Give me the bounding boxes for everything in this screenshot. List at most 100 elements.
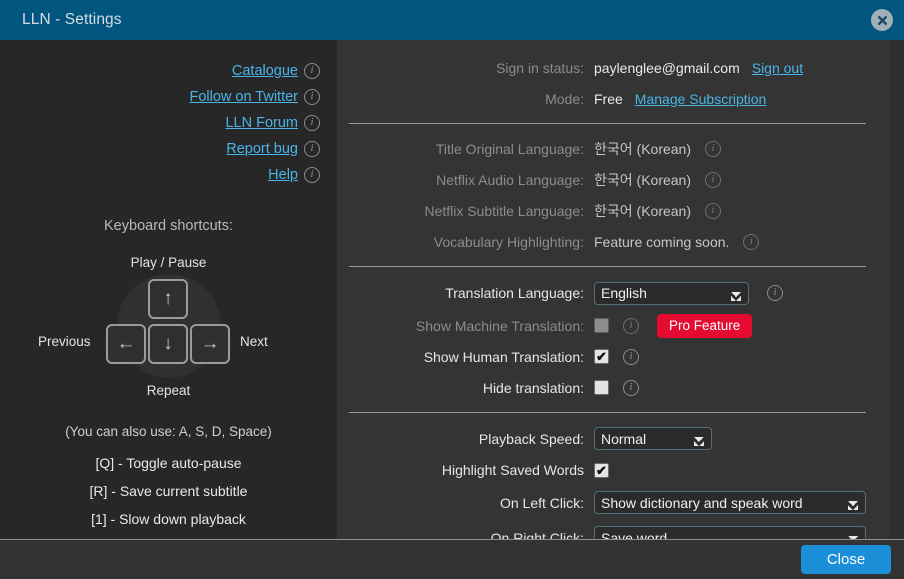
- info-icon[interactable]: i: [705, 141, 721, 157]
- account-email: paylenglee@gmail.com: [594, 60, 740, 76]
- list-item: [1] - Slow down playback: [0, 511, 337, 527]
- show-machine-translation-checkbox: [594, 318, 609, 333]
- shortcut-list: [Q] - Toggle auto-pause [R] - Save curre…: [0, 455, 337, 539]
- close-button[interactable]: Close: [801, 545, 891, 574]
- sidebar-item-report-bug[interactable]: Report bug i: [0, 136, 337, 162]
- language-section: Title Original Language: 한국어 (Korean) i …: [337, 133, 890, 257]
- info-icon[interactable]: i: [304, 89, 320, 105]
- arrow-up-icon: ↑: [163, 288, 173, 310]
- also-use-note: (You can also use: A, S, D, Space): [0, 424, 337, 439]
- show-human-translation-checkbox[interactable]: ✔: [594, 349, 609, 364]
- dialog-footer: Close: [0, 539, 904, 579]
- info-icon[interactable]: i: [623, 349, 639, 365]
- sign-in-status-row: Sign in status: paylenglee@gmail.com Sig…: [337, 52, 890, 83]
- checkmark-icon: ✔: [596, 350, 607, 363]
- sidebar-item-catalogue[interactable]: Catalogue i: [0, 58, 337, 84]
- translation-language-label: Translation Language:: [337, 285, 594, 301]
- info-icon[interactable]: i: [623, 318, 639, 334]
- show-machine-translation-row: Show Machine Translation: i Pro Feature: [337, 310, 890, 341]
- lln-forum-link[interactable]: LLN Forum: [225, 115, 298, 131]
- arrow-keys-diagram: ↑ ← ↓ → Previous Next: [0, 274, 337, 378]
- title-original-language-value: 한국어 (Korean): [594, 139, 691, 159]
- keyboard-shortcuts-heading: Keyboard shortcuts:: [0, 218, 337, 234]
- playback-speed-select[interactable]: Normal: [594, 427, 712, 450]
- account-section: Sign in status: paylenglee@gmail.com Sig…: [337, 40, 890, 114]
- info-icon[interactable]: i: [304, 141, 320, 157]
- divider: [349, 412, 866, 413]
- info-icon[interactable]: i: [743, 234, 759, 250]
- divider: [349, 266, 866, 267]
- report-bug-link[interactable]: Report bug: [226, 141, 298, 157]
- arrow-up-key[interactable]: ↑: [148, 279, 188, 319]
- on-right-click-label: On Right Click:: [337, 530, 594, 540]
- show-human-translation-label: Show Human Translation:: [337, 349, 594, 365]
- arrow-down-key[interactable]: ↓: [148, 324, 188, 364]
- title-original-language-row: Title Original Language: 한국어 (Korean) i: [337, 133, 890, 164]
- netflix-audio-language-row: Netflix Audio Language: 한국어 (Korean) i: [337, 164, 890, 195]
- show-human-translation-row: Show Human Translation: ✔ i: [337, 341, 890, 372]
- title-original-language-label: Title Original Language:: [337, 141, 594, 157]
- sign-in-status-label: Sign in status:: [337, 60, 594, 76]
- sidebar: Catalogue i Follow on Twitter i LLN Foru…: [0, 40, 337, 539]
- vocabulary-highlighting-value: Feature coming soon.: [594, 234, 729, 250]
- list-item: [R] - Save current subtitle: [0, 483, 337, 499]
- arrow-down-icon: ↓: [163, 333, 173, 355]
- mode-value: Free: [594, 91, 623, 107]
- vocabulary-highlighting-label: Vocabulary Highlighting:: [337, 234, 594, 250]
- playback-speed-row: Playback Speed: Normal: [337, 422, 890, 455]
- info-icon[interactable]: i: [304, 115, 320, 131]
- play-pause-label: Play / Pause: [0, 255, 337, 270]
- translation-language-row: Translation Language: English i: [337, 276, 890, 310]
- previous-label: Previous: [38, 334, 91, 349]
- info-icon[interactable]: i: [705, 203, 721, 219]
- close-icon[interactable]: [871, 9, 893, 31]
- on-right-click-row: On Right Click: Save word: [337, 520, 890, 539]
- netflix-subtitle-language-value: 한국어 (Korean): [594, 201, 691, 221]
- sign-out-link[interactable]: Sign out: [752, 60, 803, 76]
- hide-translation-label: Hide translation:: [337, 380, 594, 396]
- translation-language-select[interactable]: English: [594, 282, 749, 305]
- next-label: Next: [240, 334, 268, 349]
- sidebar-item-help[interactable]: Help i: [0, 162, 337, 188]
- info-icon[interactable]: i: [304, 167, 320, 183]
- mode-row: Mode: Free Manage Subscription: [337, 83, 890, 114]
- vocabulary-highlighting-row: Vocabulary Highlighting: Feature coming …: [337, 226, 890, 257]
- checkmark-icon: ✔: [596, 464, 607, 477]
- show-machine-translation-label: Show Machine Translation:: [337, 318, 594, 334]
- netflix-subtitle-language-label: Netflix Subtitle Language:: [337, 203, 594, 219]
- on-left-click-row: On Left Click: Show dictionary and speak…: [337, 485, 890, 520]
- netflix-audio-language-value: 한국어 (Korean): [594, 170, 691, 190]
- pro-feature-badge[interactable]: Pro Feature: [657, 314, 752, 338]
- playback-speed-label: Playback Speed:: [337, 431, 594, 447]
- arrow-left-key[interactable]: ←: [106, 324, 146, 364]
- catalogue-link[interactable]: Catalogue: [232, 63, 298, 79]
- info-icon[interactable]: i: [767, 285, 783, 301]
- divider: [349, 123, 866, 124]
- on-left-click-label: On Left Click:: [337, 495, 594, 511]
- help-link[interactable]: Help: [268, 167, 298, 183]
- arrow-left-icon: ←: [117, 333, 136, 355]
- playback-section: Playback Speed: Normal Highlight Saved W…: [337, 422, 890, 539]
- highlight-saved-words-row: Highlight Saved Words ✔: [337, 455, 890, 485]
- sidebar-item-forum[interactable]: LLN Forum i: [0, 110, 337, 136]
- highlight-saved-words-checkbox[interactable]: ✔: [594, 463, 609, 478]
- info-icon[interactable]: i: [304, 63, 320, 79]
- sidebar-links: Catalogue i Follow on Twitter i LLN Foru…: [0, 40, 337, 188]
- settings-panel: Sign in status: paylenglee@gmail.com Sig…: [337, 40, 890, 539]
- arrow-right-key[interactable]: →: [190, 324, 230, 364]
- netflix-subtitle-language-row: Netflix Subtitle Language: 한국어 (Korean) …: [337, 195, 890, 226]
- sidebar-item-twitter[interactable]: Follow on Twitter i: [0, 84, 337, 110]
- hide-translation-checkbox[interactable]: [594, 380, 609, 395]
- window-title: LLN - Settings: [22, 11, 122, 29]
- dialog-body: Catalogue i Follow on Twitter i LLN Foru…: [0, 40, 904, 539]
- follow-twitter-link[interactable]: Follow on Twitter: [189, 89, 298, 105]
- on-left-click-select[interactable]: Show dictionary and speak word: [594, 491, 866, 514]
- info-icon[interactable]: i: [705, 172, 721, 188]
- arrow-right-icon: →: [201, 333, 220, 355]
- title-bar: LLN - Settings: [0, 0, 904, 40]
- highlight-saved-words-label: Highlight Saved Words: [337, 462, 594, 478]
- on-right-click-select[interactable]: Save word: [594, 526, 866, 539]
- list-item: [Q] - Toggle auto-pause: [0, 455, 337, 471]
- info-icon[interactable]: i: [623, 380, 639, 396]
- manage-subscription-link[interactable]: Manage Subscription: [635, 91, 767, 107]
